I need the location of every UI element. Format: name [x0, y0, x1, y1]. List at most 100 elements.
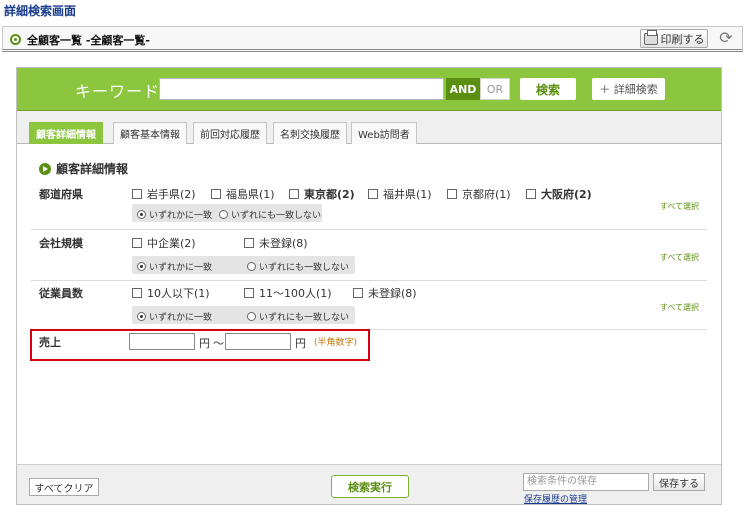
checkbox[interactable] [289, 189, 299, 199]
printer-icon [643, 29, 658, 45]
refresh-icon[interactable]: ⟳ [718, 30, 734, 46]
section-title-label: 顧客詳細情報 [56, 162, 129, 176]
save-condition-input[interactable]: 検索条件の保存 [523, 473, 649, 491]
match-mode-group: いずれかに一致 いずれにも一致しない [132, 256, 355, 274]
checkbox[interactable] [132, 238, 142, 248]
and-toggle-button[interactable]: AND [446, 78, 480, 100]
range-tilde: 〜 [213, 337, 224, 350]
keyword-bar: キーワード AND OR 検索 ＋ 詳細検索 [17, 68, 721, 111]
search-panel: キーワード AND OR 検索 ＋ 詳細検索 顧客詳細情報 顧客基本情報 前回対… [16, 67, 722, 505]
checkbox[interactable] [353, 288, 363, 298]
option-label: 東京都(2) [304, 188, 355, 201]
radio-label: いずれにも一致しない [259, 313, 350, 323]
radio-button[interactable] [247, 312, 256, 321]
checkbox[interactable] [211, 189, 221, 199]
prefecture-label: 都道府県 [39, 188, 83, 201]
execute-search-button[interactable]: 検索実行 [331, 475, 409, 498]
tab-customer-detail[interactable]: 顧客詳細情報 [29, 122, 103, 144]
radio-label: いずれにも一致しない [231, 211, 322, 221]
keyword-input[interactable] [159, 78, 444, 100]
prefecture-option[interactable]: 京都府(1) [447, 186, 511, 202]
option-label: 未登録(8) [368, 287, 417, 300]
saved-history-link[interactable]: 保存履歴の管理 [524, 492, 587, 505]
company-size-option[interactable]: 中企業(2) [132, 235, 196, 251]
radio-button[interactable] [219, 210, 228, 219]
radio-match-any[interactable]: いずれかに一致 [137, 260, 212, 273]
tab-customer-basic[interactable]: 顧客基本情報 [113, 122, 187, 144]
radio-button[interactable] [137, 262, 146, 271]
advanced-search-button[interactable]: ＋ 詳細検索 [592, 78, 665, 100]
option-label: 京都府(1) [462, 188, 511, 201]
checkbox[interactable] [132, 189, 142, 199]
company-size-label: 会社規模 [39, 237, 83, 250]
option-label: 未登録(8) [259, 237, 308, 250]
clear-all-button[interactable]: すべてクリア [29, 478, 99, 496]
radio-button[interactable] [247, 262, 256, 271]
radio-match-none[interactable]: いずれにも一致しない [247, 310, 349, 323]
circle-bullet-icon [10, 34, 21, 45]
tab-web-visitor[interactable]: Web訪問者 [351, 122, 417, 144]
checkbox[interactable] [368, 189, 378, 199]
match-mode-group: いずれかに一致 いずれにも一致しない [132, 204, 322, 222]
prefecture-option[interactable]: 東京都(2) [289, 186, 355, 202]
option-label: 大阪府(2) [541, 188, 592, 201]
sales-label: 売上 [39, 336, 61, 349]
section-title: 顧客詳細情報 [39, 160, 128, 177]
or-toggle-button[interactable]: OR [480, 78, 510, 100]
option-label: 福井県(1) [383, 188, 432, 201]
divider [31, 229, 707, 230]
save-button[interactable]: 保存する [653, 473, 705, 491]
select-all-link[interactable]: すべて選択 [660, 201, 699, 212]
tab-previous-history[interactable]: 前回対応履歴 [193, 122, 267, 144]
sales-from-input[interactable] [129, 333, 195, 350]
radio-match-any[interactable]: いずれかに一致 [137, 310, 212, 323]
search-button[interactable]: 検索 [520, 78, 576, 100]
radio-label: いずれかに一致 [149, 313, 213, 323]
checkbox[interactable] [244, 288, 254, 298]
select-all-link[interactable]: すべて選択 [660, 302, 699, 313]
employees-label: 従業員数 [39, 287, 83, 300]
tab-bar: 顧客詳細情報 顧客基本情報 前回対応履歴 名刺交換履歴 Web訪問者 [17, 111, 721, 144]
option-label: 福島県(1) [226, 188, 275, 201]
checkbox[interactable] [244, 238, 254, 248]
option-label: 中企業(2) [147, 237, 196, 250]
keyword-label: キーワード [75, 82, 161, 101]
radio-label: いずれかに一致 [149, 263, 213, 273]
tab-card-exchange[interactable]: 名刺交換履歴 [273, 122, 347, 144]
option-label: 岩手県(2) [147, 188, 196, 201]
breadcrumb: 全顧客一覧 -全顧客一覧- [27, 34, 150, 47]
yen-unit-label: 円 [199, 337, 210, 350]
checkbox[interactable] [447, 189, 457, 199]
radio-match-none[interactable]: いずれにも一致しない [247, 260, 349, 273]
employees-option[interactable]: 未登録(8) [353, 285, 417, 301]
option-label: 10人以下(1) [147, 287, 210, 300]
half-width-note: (半角数字) [314, 338, 358, 348]
prefecture-option[interactable]: 岩手県(2) [132, 186, 196, 202]
prefecture-option[interactable]: 大阪府(2) [526, 186, 592, 202]
option-label: 11〜100人(1) [259, 287, 332, 300]
company-size-option[interactable]: 未登録(8) [244, 235, 308, 251]
page-title: 詳細検索画面 [4, 4, 77, 18]
match-mode-group: いずれかに一致 いずれにも一致しない [132, 306, 355, 324]
radio-match-any[interactable]: いずれかに一致 [137, 208, 212, 221]
radio-button[interactable] [137, 210, 146, 219]
prefecture-option[interactable]: 福島県(1) [211, 186, 275, 202]
arrow-circle-icon [39, 162, 51, 175]
employees-option[interactable]: 11〜100人(1) [244, 285, 332, 301]
select-all-link[interactable]: すべて選択 [660, 252, 699, 263]
yen-unit-label: 円 [295, 337, 306, 350]
radio-button[interactable] [137, 312, 146, 321]
prefecture-option[interactable]: 福井県(1) [368, 186, 432, 202]
divider [31, 280, 707, 281]
radio-match-none[interactable]: いずれにも一致しない [219, 208, 321, 221]
list-header-bar: 全顧客一覧 -全顧客一覧- 印刷する ⟳ [2, 26, 743, 52]
checkbox[interactable] [526, 189, 536, 199]
print-button-label: 印刷する [660, 32, 705, 46]
checkbox[interactable] [132, 288, 142, 298]
sales-to-input[interactable] [225, 333, 291, 350]
footer-bar: すべてクリア 検索実行 検索条件の保存 保存する 保存履歴の管理 [17, 464, 721, 505]
employees-option[interactable]: 10人以下(1) [132, 285, 210, 301]
radio-label: いずれにも一致しない [259, 263, 350, 273]
print-button[interactable]: 印刷する [640, 29, 708, 48]
radio-label: いずれかに一致 [149, 211, 213, 221]
